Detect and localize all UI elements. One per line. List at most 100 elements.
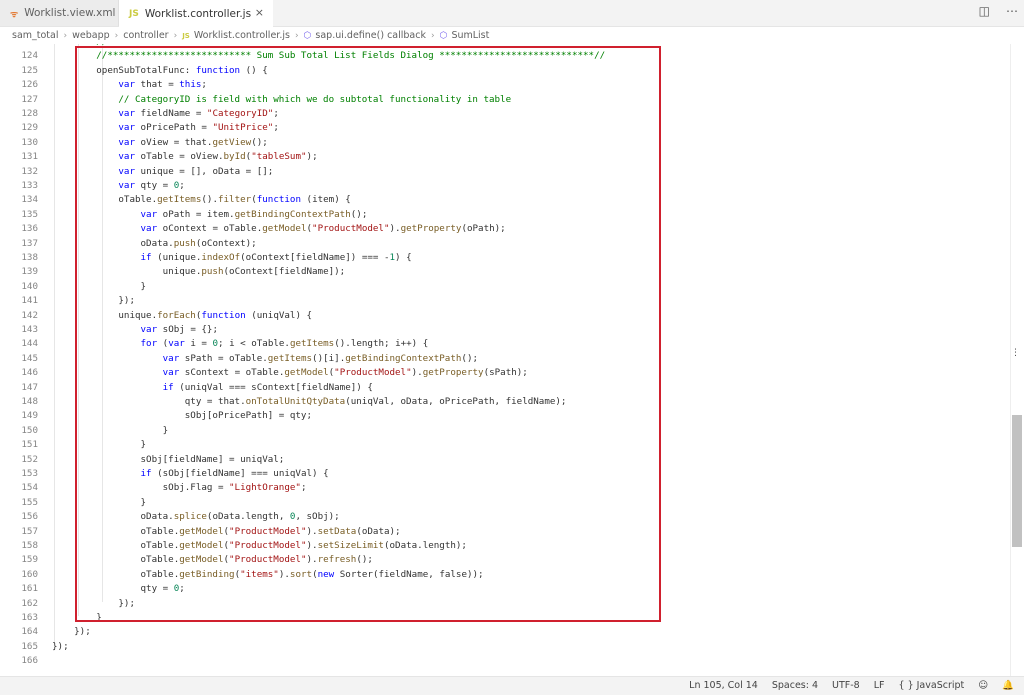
code-text: } <box>52 439 147 451</box>
code-text: oTable.getBinding("items").sort(new Sort… <box>52 568 484 580</box>
code-line: 135 var oPath = item.getBindingContextPa… <box>0 208 1010 222</box>
code-text: qty = 0; <box>52 583 185 595</box>
tab-worklist-controller-js[interactable]: JS Worklist.controller.js × <box>119 0 273 27</box>
line-number: 126 <box>21 79 38 91</box>
line-number: 133 <box>21 180 38 191</box>
chevron-right-icon: › <box>430 30 435 41</box>
code-text: openSubTotalFunc: function () { <box>52 64 268 76</box>
breadcrumb-item-controller[interactable]: controller <box>123 30 168 41</box>
line-number: 147 <box>21 381 38 393</box>
line-number: 158 <box>21 540 38 551</box>
code-line: 138 if (unique.indexOf(oContext[fieldNam… <box>0 251 1010 265</box>
end-of-line[interactable]: LF <box>874 680 885 691</box>
code-text: } <box>52 612 102 623</box>
code-text: var fieldName = "CategoryID"; <box>118 108 279 119</box>
breadcrumb-item-callback[interactable]: sap.ui.define() callback <box>315 30 426 41</box>
code-line: 162 }); <box>0 597 1010 611</box>
cursor-position[interactable]: Ln 105, Col 14 <box>689 680 758 691</box>
code-line: 141 }); <box>0 294 1010 308</box>
code-text: var qty = 0; <box>118 180 185 191</box>
breadcrumb-item-file[interactable]: Worklist.controller.js <box>194 30 290 41</box>
line-number: 143 <box>21 324 38 335</box>
code-text: var unique = [], oData = []; <box>118 165 274 177</box>
line-number: 165 <box>21 640 38 652</box>
line-number: 132 <box>21 165 38 177</box>
line-number: 163 <box>21 612 38 623</box>
feedback-icon[interactable]: ☺ <box>978 680 988 691</box>
tab-worklist-view-xml[interactable]: ᯤ Worklist.view.xml <box>0 0 119 26</box>
line-number: 142 <box>21 309 38 321</box>
line-number: 149 <box>21 410 38 422</box>
line-number: 135 <box>21 208 38 220</box>
code-line: 154 sObj.Flag = "LightOrange"; <box>0 481 1010 495</box>
line-number: 162 <box>21 597 38 609</box>
encoding[interactable]: UTF-8 <box>832 680 860 691</box>
scrollbar-thumb[interactable] <box>1012 415 1022 547</box>
code-line: 152 sObj[fieldName] = uniqVal; <box>0 453 1010 467</box>
more-actions-icon[interactable]: ⋯ <box>1006 4 1018 18</box>
code-text: var oContext = oTable.getModel("ProductM… <box>140 223 506 235</box>
cursor-position-marker: ⋮ <box>1011 348 1020 358</box>
code-line: 165}); <box>0 640 1010 654</box>
code-line: 124 //************************** Sum Sub… <box>0 49 1010 63</box>
line-number: 148 <box>21 396 38 407</box>
vertical-scrollbar[interactable] <box>1010 44 1024 676</box>
code-text: qty = that.onTotalUnitQtyData(uniqVal, o… <box>52 396 567 407</box>
status-bar: Ln 105, Col 14 Spaces: 4 UTF-8 LF { } Ja… <box>0 676 1024 695</box>
line-number: 157 <box>21 525 38 537</box>
code-line: 139 unique.push(oContext[fieldName]); <box>0 265 1010 279</box>
code-line: 131 var oTable = oView.byId("tableSum"); <box>0 150 1010 164</box>
indentation[interactable]: Spaces: 4 <box>772 680 818 691</box>
breadcrumb-item-sam-total[interactable]: sam_total <box>12 30 59 41</box>
code-line: 145 var sPath = oTable.getItems()[i].get… <box>0 352 1010 366</box>
code-text: var oPricePath = "UnitPrice"; <box>118 122 279 134</box>
rss-icon: ᯤ <box>10 9 19 20</box>
cube-icon: ⬡ <box>439 30 448 41</box>
language-mode[interactable]: { } JavaScript <box>899 680 965 691</box>
close-icon[interactable]: × <box>255 6 264 19</box>
line-number: 139 <box>21 266 38 278</box>
line-number: 129 <box>21 122 38 134</box>
code-text: if (sObj[fieldName] === uniqVal) { <box>140 468 329 479</box>
line-number: 155 <box>21 496 38 508</box>
code-line: 166 <box>0 654 1010 668</box>
code-line: 142 unique.forEach(function (uniqVal) { <box>0 309 1010 323</box>
breadcrumb-item-sumlist[interactable]: SumList <box>451 30 489 41</box>
code-text: oTable.getModel("ProductModel").refresh(… <box>52 554 373 566</box>
code-text: var that = this; <box>118 79 207 91</box>
code-line: 160 oTable.getBinding("items").sort(new … <box>0 568 1010 582</box>
line-number: 144 <box>21 338 38 350</box>
code-text: // CategoryID is field with which we do … <box>52 93 512 105</box>
tab-label: Worklist.controller.js <box>144 7 252 20</box>
code-text: } <box>52 496 147 508</box>
split-editor-icon[interactable]: ◫ <box>979 4 990 18</box>
code-line: 132 var unique = [], oData = []; <box>0 165 1010 179</box>
code-editor[interactable]: 123 //124 //************************** S… <box>0 44 1010 676</box>
code-text: }); <box>52 295 135 307</box>
line-number: 137 <box>21 237 38 249</box>
js-icon: JS <box>129 8 139 19</box>
code-text: sObj.Flag = "LightOrange"; <box>52 482 307 494</box>
code-text: oData.push(oContext); <box>52 237 257 249</box>
code-line: 156 oData.splice(oData.length, 0, sObj); <box>0 510 1010 524</box>
line-number: 145 <box>21 352 38 364</box>
bell-icon[interactable]: 🔔 <box>1002 680 1014 691</box>
tab-label: Worklist.view.xml <box>24 7 116 19</box>
code-text: var oPath = item.getBindingContextPath()… <box>140 208 368 220</box>
line-number: 146 <box>21 367 38 379</box>
code-line: 129 var oPricePath = "UnitPrice"; <box>0 121 1010 135</box>
code-line: 148 qty = that.onTotalUnitQtyData(uniqVa… <box>0 395 1010 409</box>
line-number: 141 <box>21 295 38 307</box>
code-text: oTable.getModel("ProductModel").setData(… <box>52 525 401 537</box>
code-text: unique.forEach(function (uniqVal) { <box>52 309 313 321</box>
code-line: 140 } <box>0 280 1010 294</box>
line-number: 164 <box>21 626 38 638</box>
code-text: unique.push(oContext[fieldName]); <box>52 266 346 278</box>
line-number: 127 <box>21 93 38 105</box>
code-line: 146 var sContext = oTable.getModel("Prod… <box>0 366 1010 380</box>
line-number: 159 <box>21 554 38 566</box>
code-text: sObj[fieldName] = uniqVal; <box>52 453 285 465</box>
line-number: 136 <box>21 223 38 235</box>
breadcrumb-item-webapp[interactable]: webapp <box>72 30 110 41</box>
code-text: } <box>52 280 147 292</box>
